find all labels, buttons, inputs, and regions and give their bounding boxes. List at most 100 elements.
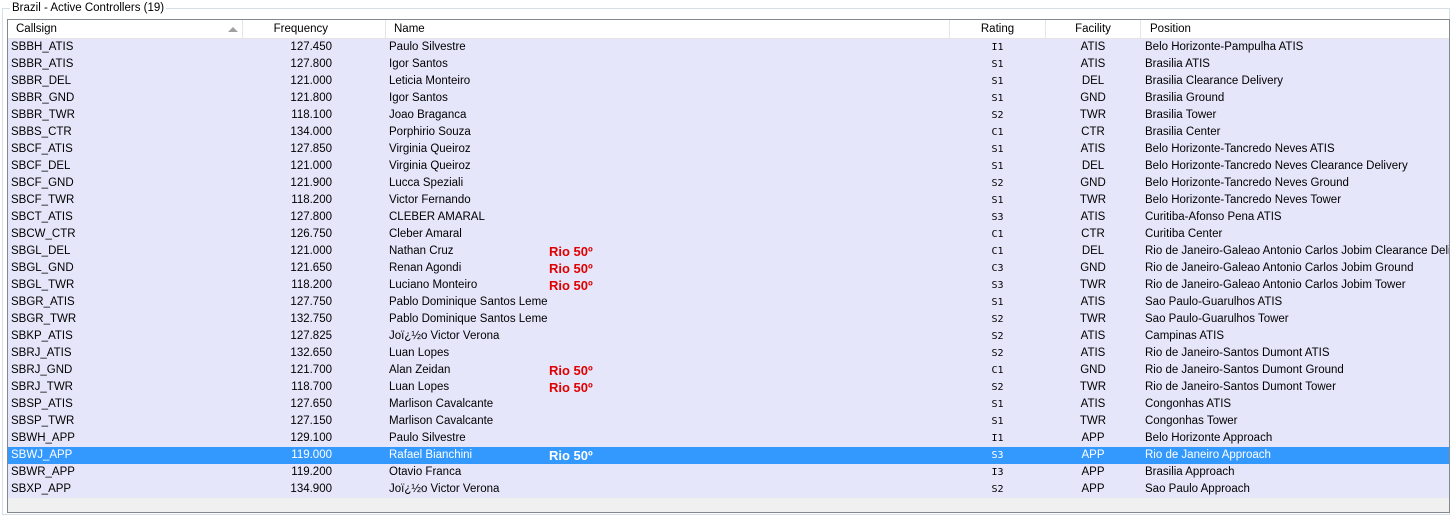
note-label	[549, 124, 629, 141]
table-row[interactable]: SBGL_TWR 118.200 Luciano Monteiro Rio 50º S3…	[8, 277, 1449, 294]
note-label	[549, 90, 629, 107]
name-cell: Joao Braganca	[389, 109, 467, 121]
table-row[interactable]: SBSP_TWR 127.150 Marlison Cavalcante S1 TWR C…	[8, 413, 1449, 430]
position-cell: Rio de Janeiro-Galeao Antonio Carlos Job…	[1145, 279, 1406, 291]
name-cell: CLEBER AMARAL	[389, 211, 485, 223]
column-header-frequency-label: Frequency	[273, 23, 328, 35]
sort-ascending-icon	[228, 27, 238, 32]
table-row[interactable]: SBSP_ATIS 127.650 Marlison Cavalcante S1 ATI…	[8, 396, 1449, 413]
frequency-cell: 127.650	[290, 398, 332, 410]
rating-cell: S1	[991, 161, 1004, 172]
facility-cell: APP	[1081, 466, 1105, 478]
name-cell: Igor Santos	[389, 58, 448, 70]
frequency-cell: 127.150	[290, 415, 332, 427]
frequency-cell: 119.000	[291, 449, 332, 461]
name-cell: Lucca Speziali	[389, 177, 464, 189]
frequency-cell: 118.200	[291, 279, 332, 291]
position-cell: Rio de Janeiro Approach	[1145, 449, 1271, 461]
name-cell: Virginia Queiroz	[389, 143, 471, 155]
name-cell: Joï¿½o Victor Verona	[389, 330, 500, 342]
table-row[interactable]: SBCT_ATIS 127.800 CLEBER AMARAL S3 ATIS Curit…	[8, 209, 1449, 226]
callsign-cell: SBKP_ATIS	[11, 330, 73, 342]
position-cell: Belo Horizonte-Tancredo Neves Clearance …	[1145, 160, 1408, 172]
column-header-position-label: Position	[1150, 23, 1191, 35]
table-row[interactable]: SBGL_DEL 121.000 Nathan Cruz Rio 50º C1 DEL Ri…	[8, 243, 1449, 260]
name-cell: Virginia Queiroz	[389, 160, 471, 172]
rating-cell: S1	[991, 59, 1004, 70]
callsign-cell: SBGL_DEL	[11, 245, 71, 257]
column-header-rating[interactable]: Rating	[950, 20, 1046, 38]
note-label: Rio 50º	[549, 278, 593, 293]
table-row[interactable]: SBRJ_GND 121.700 Alan Zeidan Rio 50º C1 GND Ri…	[8, 362, 1449, 379]
facility-cell: DEL	[1081, 75, 1105, 87]
position-cell: Rio de Janeiro-Santos Dumont ATIS	[1145, 347, 1330, 359]
position-cell: Brasilia Center	[1145, 126, 1221, 138]
facility-cell: APP	[1081, 449, 1105, 461]
position-cell: Congonhas Tower	[1145, 415, 1238, 427]
position-cell: Curitiba-Afonso Pena ATIS	[1145, 211, 1282, 223]
rating-cell: S2	[991, 348, 1004, 359]
table-row[interactable]: SBBR_DEL 121.000 Leticia Monteiro S1 DEL Bras…	[8, 73, 1449, 90]
table-row[interactable]: SBGR_ATIS 127.750 Pablo Dominique Santos L…	[8, 294, 1449, 311]
table-row[interactable]: SBWR_APP 119.200 Otavio Franca I3 APP Brasili…	[8, 464, 1449, 481]
table-row[interactable]: SBWH_APP 129.100 Paulo Silvestre I1 APP Belo …	[8, 430, 1449, 447]
column-header-frequency[interactable]: Frequency	[243, 20, 386, 38]
callsign-cell: SBCW_CTR	[11, 228, 76, 240]
rating-cell: S1	[991, 144, 1004, 155]
name-cell: Victor Fernando	[389, 194, 471, 206]
table-row[interactable]: SBCF_DEL 121.000 Virginia Queiroz S1 DEL Belo…	[8, 158, 1449, 175]
rating-cell: S1	[991, 399, 1004, 410]
table-row[interactable]: SBRJ_TWR 118.700 Luan Lopes Rio 50º S2 TWR Rio…	[8, 379, 1449, 396]
note-label	[549, 175, 629, 192]
table-row[interactable]: SBBR_TWR 118.100 Joao Braganca S2 TWR Brasili…	[8, 107, 1449, 124]
note-label	[549, 56, 629, 73]
table-row[interactable]: SBRJ_ATIS 132.650 Luan Lopes S2 ATIS Rio de J…	[8, 345, 1449, 362]
table-row[interactable]: SBBH_ATIS 127.450 Paulo Silvestre I1 ATIS Bel…	[8, 39, 1449, 56]
table-row[interactable]: SBCF_TWR 118.200 Victor Fernando S1 TWR Belo …	[8, 192, 1449, 209]
note-label	[549, 345, 629, 362]
controllers-grid[interactable]: Callsign Frequency Name Rating Facility …	[7, 19, 1450, 513]
table-row[interactable]: SBGL_GND 121.650 Renan Agondi Rio 50º C3 GND R…	[8, 260, 1449, 277]
column-header-callsign[interactable]: Callsign	[8, 20, 243, 38]
name-cell: Rafael Bianchini	[389, 449, 473, 461]
frequency-cell: 134.000	[290, 126, 332, 138]
column-header-name-label: Name	[394, 23, 425, 35]
position-cell: Belo Horizonte Approach	[1145, 432, 1273, 444]
name-cell: Pablo Dominique Santos Leme	[389, 313, 548, 325]
note-label	[549, 311, 629, 328]
note-label: Rio 50º	[549, 261, 593, 276]
table-row[interactable]: SBXP_APP 134.900 Joï¿½o Victor Verona S2 APP…	[8, 481, 1449, 498]
column-header-facility[interactable]: Facility	[1046, 20, 1141, 38]
table-row[interactable]: SBWJ_APP 119.000 Rafael Bianchini Rio 50º S3…	[8, 447, 1449, 464]
callsign-cell: SBGL_GND	[11, 262, 74, 274]
table-row[interactable]: SBCF_ATIS 127.850 Virginia Queiroz S1 ATIS Be…	[8, 141, 1449, 158]
facility-cell: DEL	[1081, 245, 1105, 257]
table-row[interactable]: SBBS_CTR 134.000 Porphirio Souza C1 CTR Brasi…	[8, 124, 1449, 141]
name-cell: Leticia Monteiro	[389, 75, 471, 87]
facility-cell: APP	[1081, 432, 1105, 444]
note-label	[549, 294, 629, 311]
table-row[interactable]: SBBR_ATIS 127.800 Igor Santos S1 ATIS Brasili…	[8, 56, 1449, 73]
callsign-cell: SBCF_DEL	[11, 160, 71, 172]
table-row[interactable]: SBCW_CTR 126.750 Cleber Amaral C1 CTR Curitib…	[8, 226, 1449, 243]
table-row[interactable]: SBGR_TWR 132.750 Pablo Dominique Santos Le…	[8, 311, 1449, 328]
column-header-position[interactable]: Position	[1141, 20, 1449, 38]
callsign-cell: SBCF_TWR	[11, 194, 75, 206]
table-row[interactable]: SBBR_GND 121.800 Igor Santos S1 GND Brasilia …	[8, 90, 1449, 107]
facility-cell: GND	[1080, 92, 1106, 104]
frequency-cell: 121.900	[290, 177, 332, 189]
rating-cell: C1	[991, 246, 1004, 257]
rating-cell: I1	[991, 433, 1004, 444]
callsign-cell: SBSP_TWR	[11, 415, 75, 427]
name-cell: Paulo Silvestre	[389, 432, 466, 444]
table-row[interactable]: SBCF_GND 121.900 Lucca Speziali S2 GND Belo H…	[8, 175, 1449, 192]
name-cell: Igor Santos	[389, 92, 448, 104]
column-header-name[interactable]: Name	[386, 20, 950, 38]
rating-cell: S2	[991, 110, 1004, 121]
table-row[interactable]: SBKP_ATIS 127.825 Joï¿½o Victor Verona S2 AT…	[8, 328, 1449, 345]
frequency-cell: 121.800	[290, 92, 332, 104]
callsign-cell: SBRJ_TWR	[11, 381, 73, 393]
name-cell: Paulo Silvestre	[389, 41, 466, 53]
note-label	[549, 73, 629, 90]
group-title: Brazil - Active Controllers (19)	[10, 2, 167, 15]
